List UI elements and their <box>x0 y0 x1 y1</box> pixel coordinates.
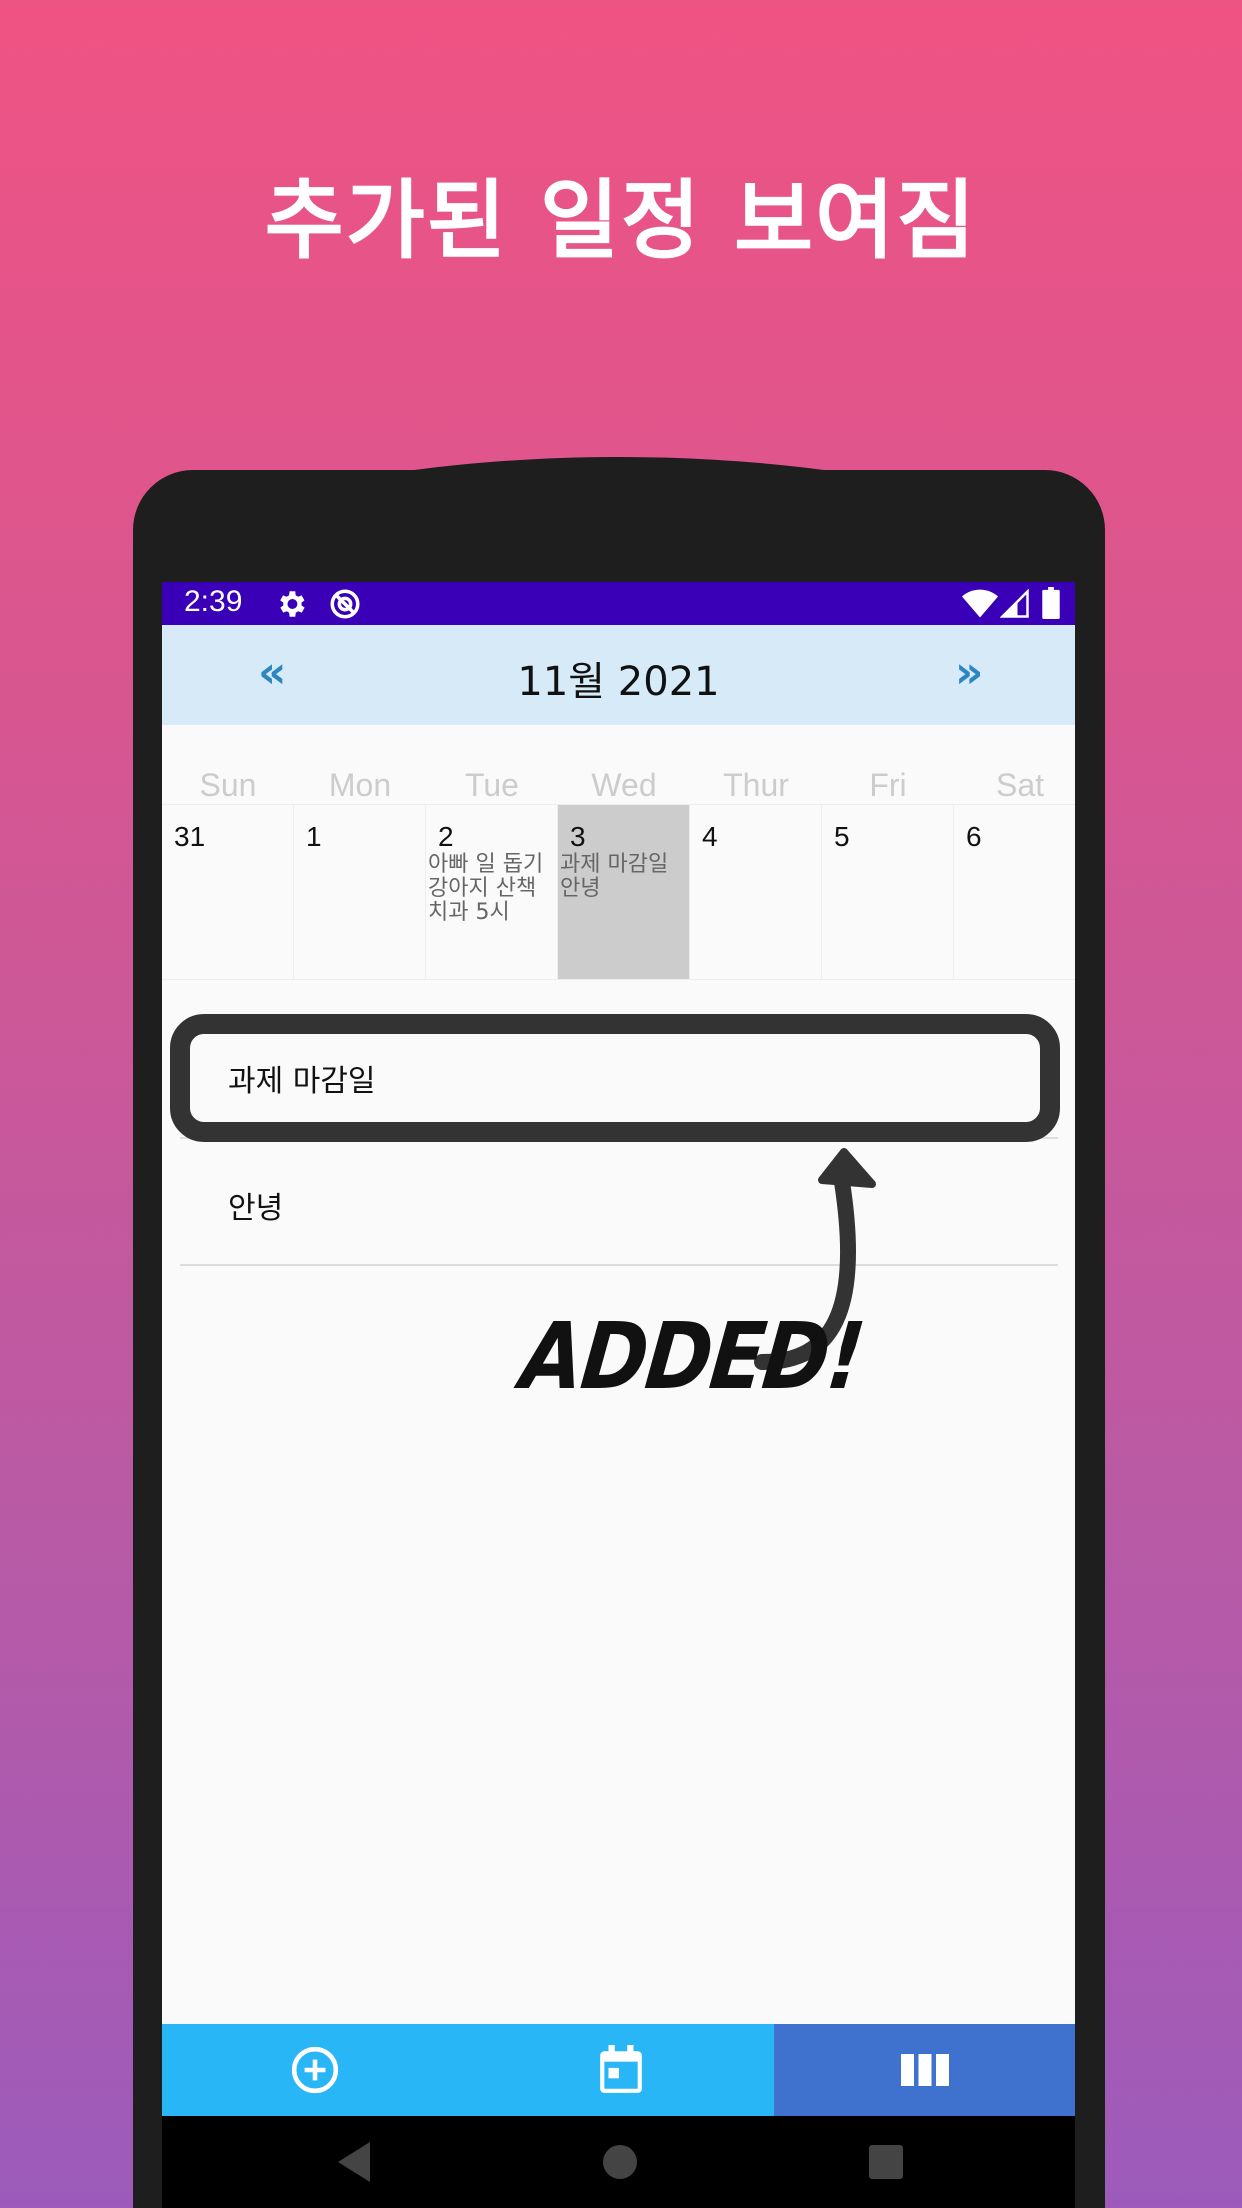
back-icon[interactable] <box>334 2140 374 2184</box>
home-icon[interactable] <box>602 2140 638 2184</box>
signal-icon <box>1000 589 1029 618</box>
day-cell[interactable]: 2 아빠 일 돕기 강아지 산책 치과 5시 <box>426 804 558 980</box>
list-view-tab-button[interactable] <box>774 2024 1075 2116</box>
day-events: 아빠 일 돕기 강아지 산책 치과 5시 <box>428 852 544 925</box>
recents-icon[interactable] <box>868 2140 904 2184</box>
day-number: 6 <box>966 821 982 852</box>
weekday-fri: Fri <box>869 767 907 803</box>
day-cell[interactable]: 1 <box>294 804 426 980</box>
day-number: 4 <box>702 821 718 852</box>
highlight-box <box>170 1014 1060 1142</box>
weekday-thur: Thur <box>723 767 789 803</box>
day-number: 2 <box>438 821 454 852</box>
added-annotation: ADDED! <box>516 1303 868 1410</box>
day-cell[interactable]: 4 <box>690 804 822 980</box>
status-bar: 2:39 <box>162 582 1075 625</box>
event-title: 안녕 <box>228 1191 284 1226</box>
gear-icon <box>280 591 305 617</box>
day-number: 3 <box>570 821 586 852</box>
weekday-wed: Wed <box>591 767 657 803</box>
day-events: 과제 마감일 안녕 <box>560 852 669 901</box>
sync-icon <box>330 589 360 619</box>
event-list-item[interactable]: 안녕 <box>180 1139 1058 1266</box>
weekday-tue: Tue <box>465 767 519 803</box>
status-time: 2:39 <box>184 585 243 618</box>
weekday-mon: Mon <box>328 767 392 803</box>
add-event-button[interactable] <box>162 2024 468 2116</box>
day-number: 1 <box>306 821 322 852</box>
columns-icon <box>900 2054 949 2086</box>
weekday-sat: Sat <box>995 767 1045 803</box>
day-cell[interactable]: 6 <box>954 804 1075 980</box>
day-cell-selected[interactable]: 3 과제 마감일 안녕 <box>558 804 690 980</box>
add-circle-icon <box>291 2046 339 2094</box>
next-month-button[interactable]: » <box>955 647 983 698</box>
calendar-icon <box>600 2045 642 2093</box>
system-nav-bar <box>162 2116 1075 2208</box>
calendar-tab-button[interactable] <box>468 2024 774 2116</box>
day-cell[interactable]: 5 <box>822 804 954 980</box>
headline: 추가된 일정 보여짐 <box>264 171 978 271</box>
day-number: 31 <box>174 821 206 852</box>
wifi-icon <box>962 589 998 618</box>
weekday-sun: Sun <box>199 767 257 803</box>
month-title: 11월 2021 <box>517 659 720 705</box>
month-header: « 11월 2021 » <box>162 625 1075 725</box>
bottom-tab-bar <box>162 2024 1075 2116</box>
battery-icon <box>1042 587 1060 619</box>
day-cell[interactable]: 31 <box>162 804 294 980</box>
phone-screen: 2:39 « 11월 2021 » Sun Mon Tue Wed Thur F… <box>162 582 1075 2208</box>
day-number: 5 <box>834 821 850 852</box>
